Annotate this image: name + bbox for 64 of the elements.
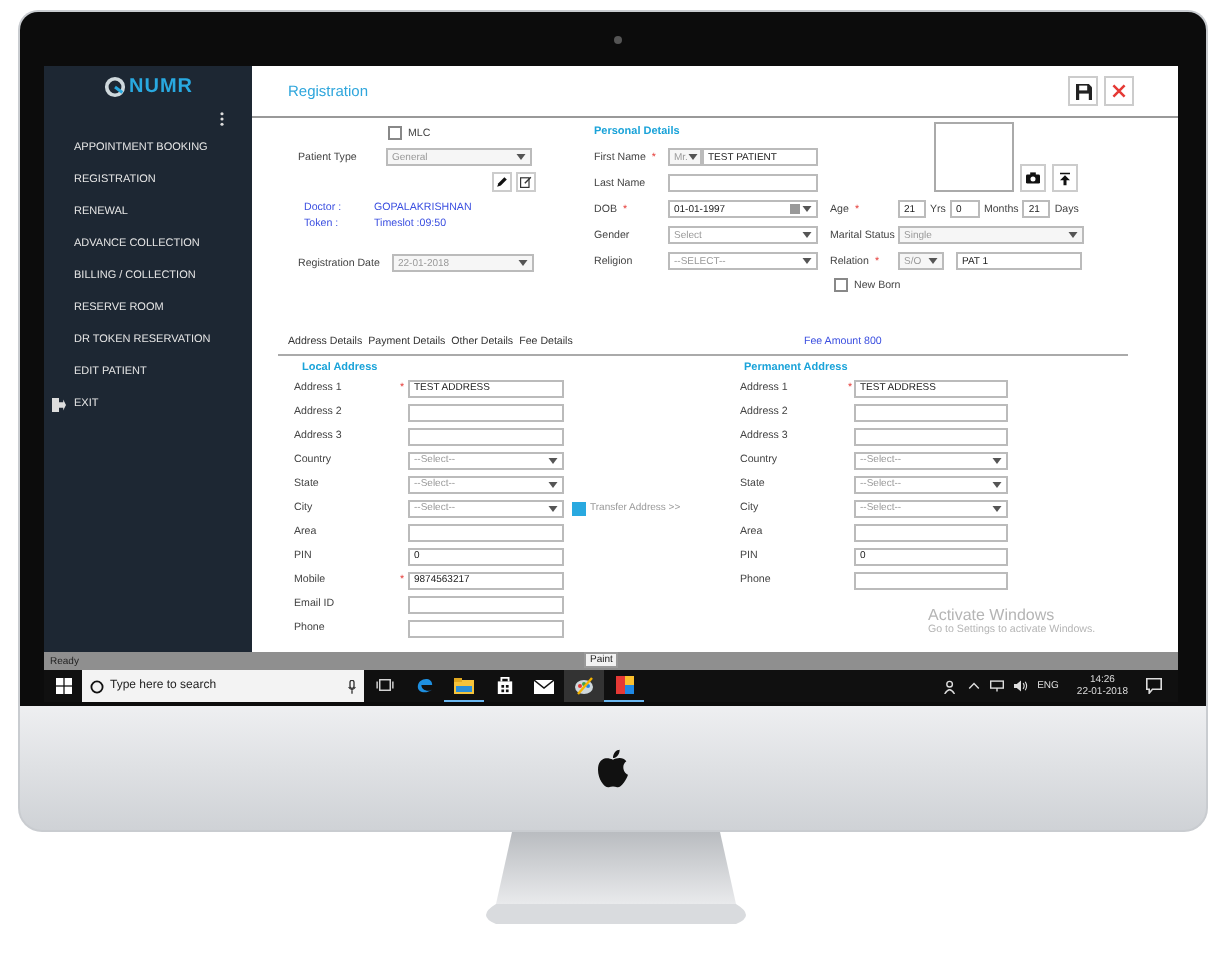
caret-icon — [548, 505, 558, 511]
camera-button[interactable] — [1020, 164, 1046, 192]
text-field[interactable] — [408, 403, 564, 421]
close-icon — [1112, 84, 1126, 98]
chevron-up-icon[interactable] — [967, 682, 980, 690]
activation-title: Activate Windows — [928, 606, 1057, 624]
task-view-icon — [375, 678, 393, 692]
notification-icon[interactable] — [1146, 678, 1162, 694]
pencil-icon — [496, 176, 508, 188]
save-icon — [1075, 83, 1091, 99]
upload-button[interactable] — [1052, 164, 1078, 192]
taskbar-app[interactable] — [564, 670, 604, 702]
windows-icon — [55, 678, 71, 694]
shopping-bag-icon — [495, 676, 513, 694]
caret-icon — [802, 232, 812, 238]
photo-frame — [934, 122, 1014, 192]
folder-icon — [454, 677, 474, 693]
palette-icon — [574, 675, 594, 695]
microphone-icon — [348, 679, 356, 693]
logo-text: NUMR — [129, 76, 193, 98]
caret-icon — [928, 258, 938, 264]
text-field[interactable] — [854, 523, 1008, 541]
caret-icon — [518, 260, 528, 266]
caret-icon — [802, 206, 812, 212]
people-icon[interactable] — [943, 679, 958, 693]
taskbar-app[interactable] — [604, 670, 644, 702]
browser-icon — [415, 676, 433, 694]
caret-icon — [992, 505, 1002, 511]
checkbox[interactable] — [834, 278, 848, 292]
text-field[interactable] — [408, 427, 564, 445]
caret-icon — [802, 258, 812, 264]
envelope-icon — [534, 677, 554, 693]
logo-icon — [103, 76, 125, 98]
text-field[interactable] — [668, 174, 818, 192]
checkbox[interactable] — [388, 126, 402, 140]
caret-icon — [548, 457, 558, 463]
volume-icon[interactable] — [1013, 680, 1028, 692]
save-button[interactable] — [1068, 76, 1098, 106]
camera-icon — [1026, 172, 1040, 184]
edit-button[interactable] — [492, 172, 512, 192]
text-field[interactable] — [854, 571, 1008, 589]
edit-button[interactable] — [516, 172, 536, 192]
text-field[interactable] — [854, 427, 1008, 445]
text-field[interactable] — [854, 403, 1008, 421]
caret-icon — [687, 154, 698, 160]
caret-icon — [548, 481, 558, 487]
caret-icon — [992, 457, 1002, 463]
calendar-icon — [790, 204, 800, 214]
exit-icon — [52, 397, 66, 411]
camera-dot — [614, 36, 622, 44]
caret-icon — [1068, 232, 1078, 238]
search-icon — [90, 679, 104, 693]
checkbox[interactable] — [572, 501, 586, 515]
network-icon[interactable] — [989, 680, 1004, 692]
caret-icon — [516, 154, 526, 160]
text-field[interactable] — [408, 619, 564, 637]
upload-icon — [1060, 171, 1070, 185]
apple-icon — [596, 748, 630, 788]
text-field[interactable] — [408, 595, 564, 613]
caret-icon — [992, 481, 1002, 487]
close-button[interactable] — [1104, 76, 1134, 106]
edit-icon — [520, 176, 532, 188]
text-field[interactable] — [408, 523, 564, 541]
app-icon — [615, 676, 633, 694]
